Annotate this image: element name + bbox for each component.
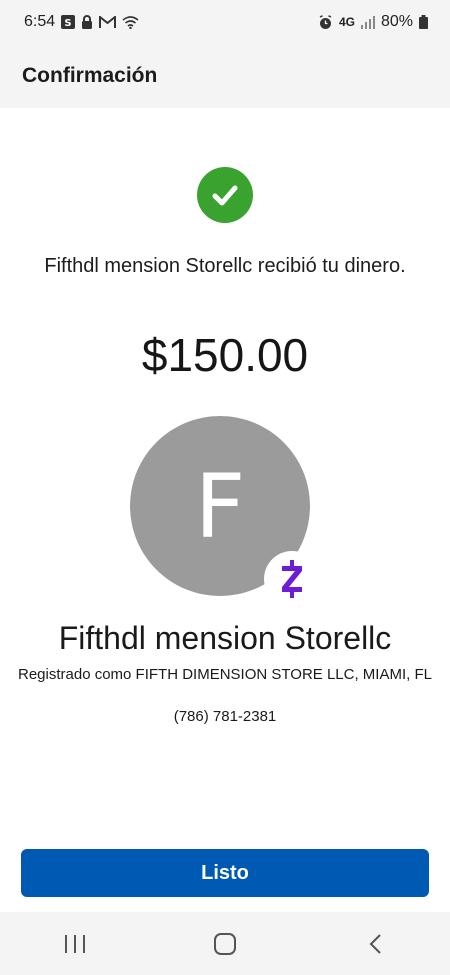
wifi-icon <box>122 15 139 29</box>
avatar-initial: F <box>194 454 246 558</box>
app-header: Confirmación <box>0 44 450 108</box>
home-button[interactable] <box>195 919 255 969</box>
svg-text:S: S <box>65 18 72 29</box>
lock-icon <box>81 14 93 30</box>
page-title: Confirmación <box>22 64 158 87</box>
recipient-phone: (786) 781-2381 <box>173 708 277 725</box>
registered-as-text: Registrado como FIFTH DIMENSION STORE LL… <box>18 666 432 683</box>
battery-percent: 80% <box>380 13 413 30</box>
recent-apps-icon <box>65 934 85 953</box>
status-bar-left: 6:54 S <box>24 13 139 31</box>
back-icon <box>369 933 381 954</box>
done-button[interactable]: Listo <box>21 849 429 897</box>
payment-amount: $150.00 <box>141 329 309 381</box>
status-bar-right: 4G 80% <box>318 13 428 31</box>
navigation-bar <box>0 912 450 975</box>
alarm-icon <box>318 14 333 30</box>
battery-icon <box>419 15 428 29</box>
recipient-name: Fifthdl mension Storellc <box>58 620 392 656</box>
zelle-logo-icon <box>264 551 320 607</box>
home-icon <box>214 932 236 955</box>
status-time: 6:54 <box>24 13 56 30</box>
s-app-icon: S <box>61 15 76 29</box>
signal-icon <box>360 15 375 29</box>
checkmark-icon <box>197 167 253 223</box>
status-bar: 6:54 S 4G 80% <box>0 0 450 44</box>
back-button[interactable] <box>345 919 405 969</box>
recent-apps-button[interactable] <box>45 919 105 969</box>
confirmation-message: Fifthdl mension Storellc recibió tu dine… <box>44 255 406 277</box>
network-type: 4G <box>338 15 355 29</box>
gmail-icon <box>99 15 117 29</box>
